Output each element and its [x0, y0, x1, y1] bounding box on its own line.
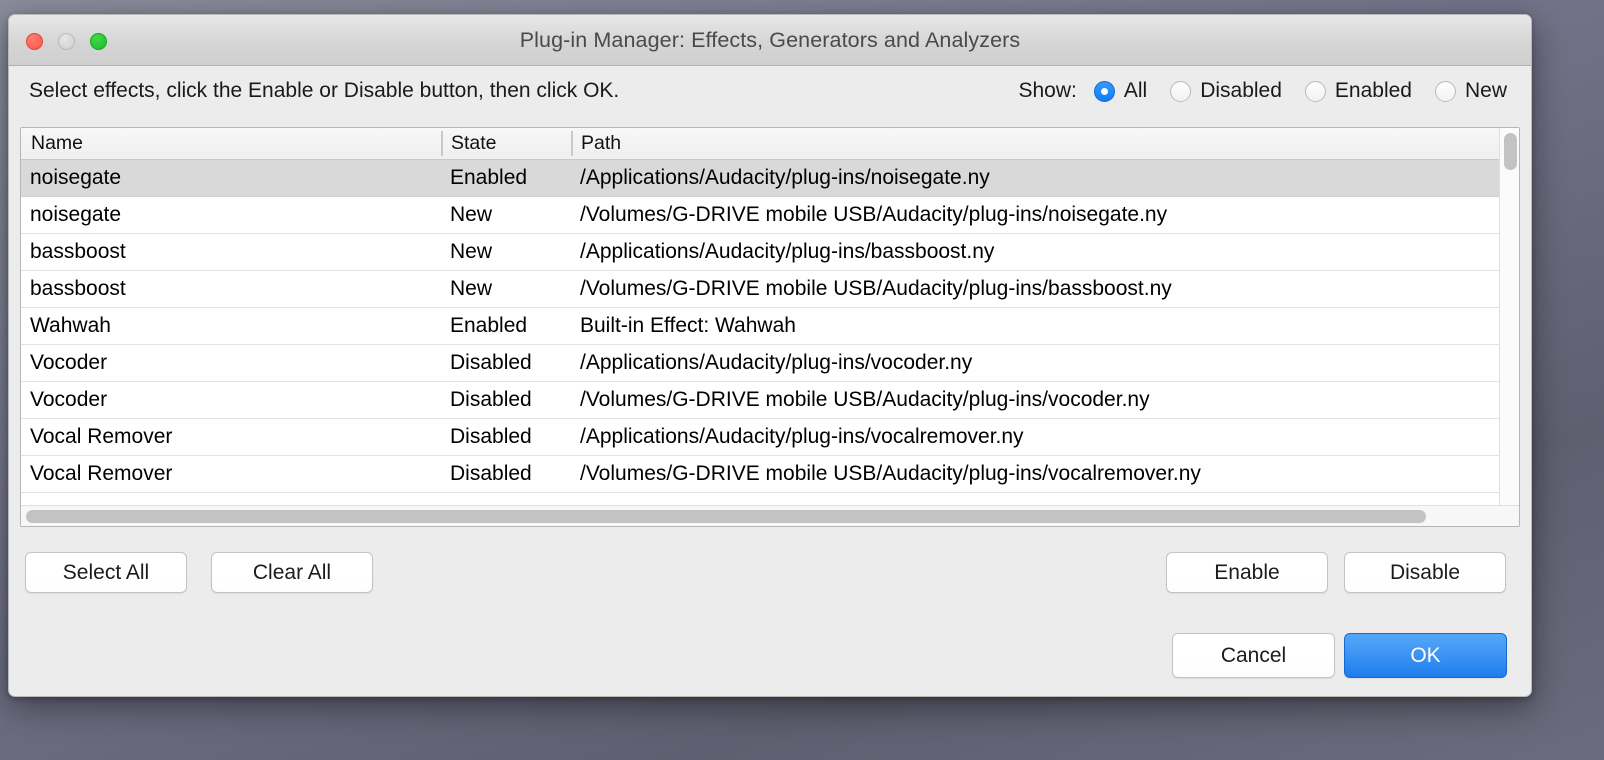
horizontal-scrollbar[interactable]: [21, 505, 1519, 526]
disable-button[interactable]: Disable: [1344, 552, 1506, 593]
table-row[interactable]: Wahwah Enabled Built-in Effect: Wahwah: [21, 308, 1499, 345]
window-titlebar: Plug-in Manager: Effects, Generators and…: [9, 15, 1531, 66]
radio-filter-all[interactable]: All: [1093, 79, 1148, 103]
cell-name: noisegate: [30, 166, 122, 189]
cell-name: noisegate: [30, 203, 122, 226]
table-row[interactable]: Vocal Remover Disabled/Applications/Audac…: [21, 419, 1499, 456]
cell-name: Vocal Remover: [30, 425, 173, 448]
table-header-row: Name State Path: [21, 128, 1499, 160]
horizontal-scrollbar-thumb[interactable]: [26, 510, 1426, 523]
cell-name: Vocal Remover: [30, 462, 173, 485]
cell-state: New: [450, 277, 493, 300]
show-filter-group: Show: All Disabled Enabled New: [1018, 79, 1513, 103]
cell-path: /Volumes/G-DRIVE mobile USB/Audacity/plu…: [580, 203, 1168, 226]
vertical-scrollbar[interactable]: [1499, 128, 1519, 505]
radio-dot-icon: [1304, 80, 1326, 102]
cell-name: Vocoder: [30, 351, 108, 374]
cell-path: /Volumes/G-DRIVE mobile USB/Audacity/plu…: [580, 277, 1172, 300]
cell-path: /Volumes/G-DRIVE mobile USB/Audacity/plu…: [580, 462, 1201, 485]
column-header-name[interactable]: Name: [21, 128, 441, 159]
ok-button[interactable]: OK: [1344, 633, 1507, 678]
window-title: Plug-in Manager: Effects, Generators and…: [519, 27, 1021, 52]
cell-name: bassboost: [30, 240, 126, 263]
radio-dot-icon: [1434, 80, 1456, 102]
radio-label-enabled: Enabled: [1334, 79, 1412, 102]
radio-label-all: All: [1123, 79, 1148, 102]
list-action-buttons: Select All Clear All Enable Disable: [20, 552, 1518, 593]
radio-filter-enabled[interactable]: Enabled: [1304, 79, 1412, 103]
plugin-list-viewport[interactable]: Name State Path noisegate Enabled/Applica…: [21, 128, 1499, 505]
cell-path: /Applications/Audacity/plug-ins/vocoder.…: [580, 351, 973, 374]
cell-name: bassboost: [30, 277, 126, 300]
cell-state: New: [450, 240, 493, 263]
table-row[interactable]: noisegate New/Volumes/G-DRIVE mobile USB/…: [21, 197, 1499, 234]
table-row[interactable]: bassboost New/Applications/Audacity/plug-…: [21, 234, 1499, 271]
minimize-window-icon[interactable]: [58, 33, 75, 50]
table-row[interactable]: Vocoder Disabled/Volumes/G-DRIVE mobile U…: [21, 382, 1499, 419]
table-row[interactable]: Vocoder Disabled/Applications/Audacity/pl…: [21, 345, 1499, 382]
plugin-list-panel: Name State Path noisegate Enabled/Applica…: [20, 127, 1520, 527]
cell-path: /Volumes/G-DRIVE mobile USB/Audacity/plu…: [580, 388, 1150, 411]
cell-name: Vocoder: [30, 388, 108, 411]
cell-state: New: [450, 203, 493, 226]
cell-name: Wahwah: [30, 314, 111, 337]
cell-state: Enabled: [450, 314, 528, 337]
cell-state: Disabled: [450, 351, 532, 374]
cancel-button[interactable]: Cancel: [1172, 633, 1335, 678]
instruction-text: Select effects, click the Enable or Disa…: [29, 79, 620, 102]
table-row[interactable]: noisegate Enabled/Applications/Audacity/p…: [21, 160, 1499, 197]
radio-dot-icon: [1170, 80, 1192, 102]
cell-state: Disabled: [450, 388, 532, 411]
clear-all-button[interactable]: Clear All: [211, 552, 373, 593]
column-header-state[interactable]: State: [441, 128, 571, 159]
table-body: noisegate Enabled/Applications/Audacity/p…: [21, 160, 1499, 493]
radio-filter-disabled[interactable]: Disabled: [1170, 79, 1282, 103]
plugin-manager-window: Plug-in Manager: Effects, Generators and…: [8, 14, 1532, 697]
radio-label-disabled: Disabled: [1200, 79, 1282, 102]
cell-path: Built-in Effect: Wahwah: [580, 314, 796, 337]
enable-button[interactable]: Enable: [1166, 552, 1328, 593]
cell-path: /Applications/Audacity/plug-ins/vocalrem…: [580, 425, 1024, 448]
traffic-lights: [26, 33, 107, 50]
table-row[interactable]: bassboost New/Volumes/G-DRIVE mobile USB/…: [21, 271, 1499, 308]
column-header-path[interactable]: Path: [571, 128, 1499, 159]
radio-dot-icon: [1093, 80, 1115, 102]
maximize-window-icon[interactable]: [90, 33, 107, 50]
cell-state: Enabled: [450, 166, 528, 189]
radio-label-new: New: [1464, 79, 1507, 102]
select-all-button[interactable]: Select All: [25, 552, 187, 593]
plugin-list-inner: Name State Path noisegate Enabled/Applica…: [21, 128, 1519, 505]
vertical-scrollbar-thumb[interactable]: [1504, 133, 1517, 170]
close-window-icon[interactable]: [26, 33, 43, 50]
cell-state: Disabled: [450, 462, 532, 485]
radio-filter-new[interactable]: New: [1434, 79, 1507, 103]
cell-path: /Applications/Audacity/plug-ins/noisegat…: [580, 166, 990, 189]
show-label: Show:: [1018, 79, 1077, 102]
toolbar: Select effects, click the Enable or Disa…: [9, 66, 1531, 116]
table-row[interactable]: Vocal Remover Disabled/Volumes/G-DRIVE mo…: [21, 456, 1499, 493]
cell-state: Disabled: [450, 425, 532, 448]
cell-path: /Applications/Audacity/plug-ins/bassboos…: [580, 240, 995, 263]
